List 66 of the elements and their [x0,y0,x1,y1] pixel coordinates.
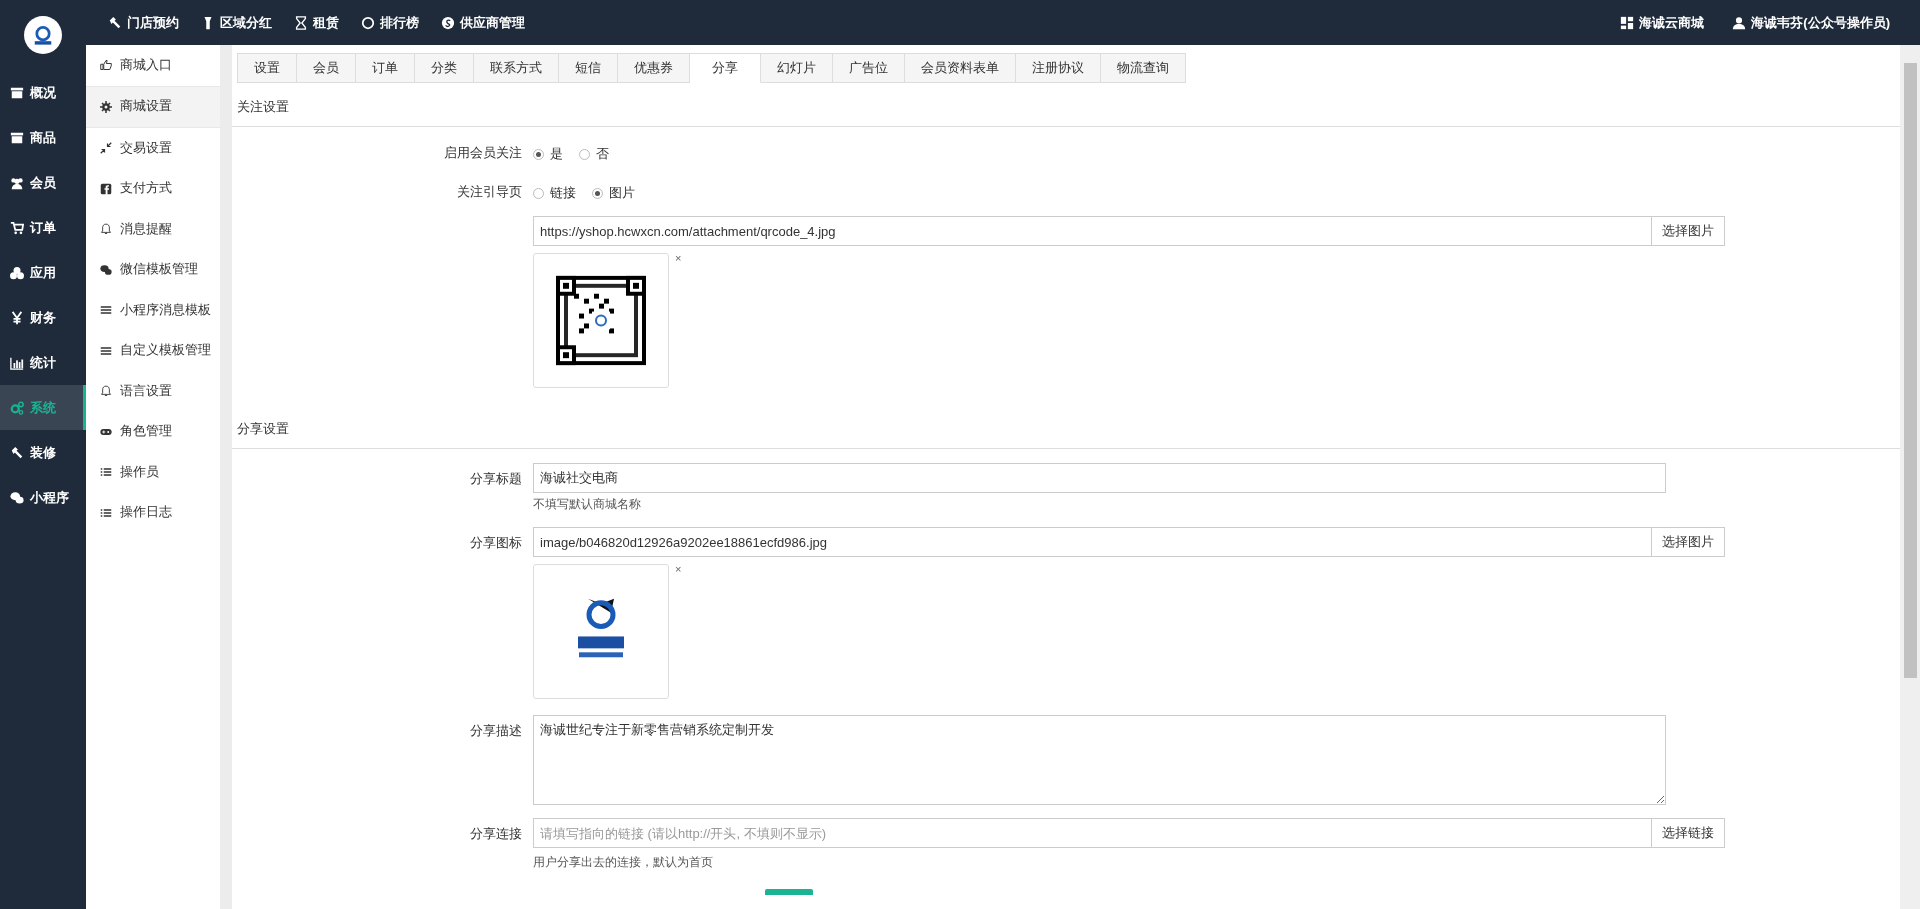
nav-item[interactable]: 会员 [0,160,86,205]
top-nav-link[interactable]: 租赁 [294,13,339,32]
tab[interactable]: 设置 [237,53,297,83]
remove-button[interactable]: × [675,564,682,575]
sub-nav-item[interactable]: 交易设置 [86,128,220,169]
select-image-button[interactable]: 选择图片 [1652,216,1725,246]
tab[interactable]: 幻灯片 [761,53,833,83]
sub-nav-item[interactable]: 小程序消息模板 [86,290,220,331]
nav-item[interactable]: 应用 [0,250,86,295]
tab[interactable]: 物流查询 [1101,53,1186,83]
nav-item[interactable]: 统计 [0,340,86,385]
sub-nav-item[interactable]: 商城入口 [86,45,220,86]
sub-nav-item[interactable]: 语言设置 [86,371,220,412]
select-image-button[interactable]: 选择图片 [1652,527,1725,557]
tab[interactable]: 注册协议 [1016,53,1101,83]
section-title: 关注设置 [232,84,1900,127]
radio-label: 图片 [609,184,635,202]
field-label: 启用会员关注 [443,145,522,162]
user-menu[interactable]: 海诚韦芬(公众号操作员) [1732,13,1890,32]
help-text: 不填写默认商城名称 [533,496,642,513]
sub-nav-item[interactable]: 微信模板管理 [86,249,220,290]
field-label: 分享描述 [469,723,522,740]
field-label: 关注引导页 [456,184,522,201]
radio-label: 链接 [550,184,576,202]
top-nav-link[interactable]: 供应商管理 [441,13,525,32]
select-link-button[interactable]: 选择链接 [1652,818,1725,848]
sub-nav-item[interactable]: 操作员 [86,452,220,493]
tab[interactable]: 会员资料表单 [905,53,1016,83]
tab[interactable]: 短信 [559,53,618,83]
radio-label: 是 [550,145,563,163]
tab[interactable]: 广告位 [833,53,905,83]
tab[interactable]: 订单 [356,53,415,83]
share-link-field[interactable]: 请填写指向的链接 (请以http://开头, 不填则不显示) [533,818,1652,848]
top-nav-link[interactable]: 区域分红 [201,13,272,32]
nav-item[interactable]: 系统 [0,385,86,430]
nav-item[interactable]: 商品 [0,115,86,160]
field-label: 分享标题 [469,471,522,488]
image-url-field[interactable]: https://yshop.hcwxcn.com/attachment/qrcode_4.jpg [533,216,1652,246]
help-text: 用户分享出去的连接，默认为首页 [533,854,714,871]
radio-label: 否 [596,145,609,163]
section-title: 分享设置 [232,406,1900,449]
field-label: 分享图标 [469,535,522,552]
sub-nav-item[interactable]: 操作日志 [86,492,220,533]
remove-button[interactable]: × [675,253,682,264]
nav-item[interactable]: 订单 [0,205,86,250]
tab[interactable]: 分享 [690,53,761,83]
tab[interactable]: 联系方式 [474,53,559,83]
sub-nav-item[interactable]: 商城设置 [86,85,220,128]
store-link[interactable]: 海诚云商城 [1620,13,1705,32]
tab[interactable]: 分类 [415,53,474,83]
sub-nav-item[interactable]: 消息提醒 [86,209,220,250]
nav-item[interactable]: 概况 [0,70,86,115]
tab[interactable]: 优惠券 [618,53,690,83]
sub-nav-item[interactable]: 角色管理 [86,411,220,452]
sub-nav-item[interactable]: 自定义模板管理 [86,330,220,371]
top-nav-link[interactable]: 门店预约 [108,13,179,32]
share-icon-field[interactable]: image/b046820d12926a9202ee18861ecfd986.jpg [533,527,1652,557]
nav-item[interactable]: 装修 [0,430,86,475]
field-label: 分享连接 [469,826,522,843]
sub-nav-item[interactable]: 支付方式 [86,168,220,209]
nav-item[interactable]: 财务 [0,295,86,340]
top-nav-link[interactable]: 排行榜 [361,13,419,32]
nav-item[interactable]: 小程序 [0,475,86,520]
share-description-field[interactable]: 海诚世纪专注于新零售营销系统定制开发 [533,715,1666,805]
tab[interactable]: 会员 [297,53,356,83]
share-title-field[interactable]: 海诚社交电商 [533,463,1666,493]
